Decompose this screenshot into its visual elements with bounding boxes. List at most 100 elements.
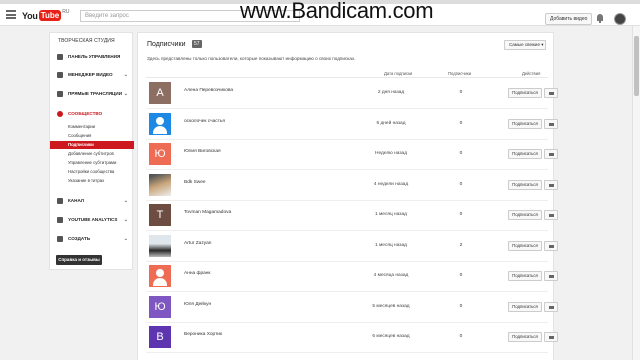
- analytics-icon: [57, 217, 63, 223]
- table-row: Bdk Swee 4 недели назад 0 Подписаться: [146, 171, 558, 201]
- subscriber-avatar[interactable]: А: [149, 82, 171, 104]
- subscription-date: 1 месяц назад: [375, 242, 407, 248]
- live-icon: [57, 91, 63, 97]
- subscribe-button[interactable]: Подписаться: [508, 88, 542, 98]
- table-row: Ю Юля Дейкун 5 месяцев назад 0 Подписаться: [146, 293, 558, 323]
- subscription-date: 1 месяц назад: [375, 212, 407, 217]
- sort-dropdown[interactable]: Самые свежие ▾: [504, 40, 546, 50]
- logo-tube-text: Tube: [38, 10, 62, 21]
- subscriber-name[interactable]: Bdk Swee: [184, 180, 206, 185]
- table-row: Ю Юлия Виговская Неделю назад 0 Подписаться: [146, 140, 558, 170]
- subscriber-name[interactable]: Юля Дейкун: [184, 302, 211, 307]
- message-icon[interactable]: [544, 240, 558, 251]
- subscriber-avatar[interactable]: [149, 234, 171, 257]
- sidebar-sub-credits[interactable]: Указание в титрах: [50, 177, 134, 185]
- message-icon[interactable]: [544, 118, 558, 129]
- upload-video-button[interactable]: Добавить видео: [545, 13, 593, 25]
- bandicam-watermark: www.Bandicam.com: [240, 0, 434, 23]
- youtube-logo[interactable]: You Tube RU: [22, 9, 69, 22]
- message-icon[interactable]: [544, 149, 558, 159]
- subscriber-name[interactable]: Алена Перевозчикова: [184, 88, 233, 93]
- message-icon[interactable]: [544, 210, 558, 220]
- subscriber-name[interactable]: Artur Zazyan: [184, 241, 211, 246]
- message-icon[interactable]: [544, 179, 558, 190]
- sidebar-item-label: КАНАЛ: [68, 198, 85, 203]
- sidebar-sub-add-subtitles[interactable]: Добавление субтитров: [50, 150, 134, 158]
- table-row: Artur Zazyan 1 месяц назад 2 Подписаться: [146, 232, 558, 262]
- sort-label: Самые свежие: [509, 42, 540, 47]
- message-icon[interactable]: [544, 271, 558, 281]
- subscriber-avatar[interactable]: [149, 173, 171, 196]
- sidebar-sub-comments[interactable]: Комментарии: [50, 123, 134, 131]
- subscriber-name[interactable]: Юлия Виговская: [184, 149, 221, 154]
- sidebar-sub-messages[interactable]: Сообщения: [50, 132, 134, 140]
- message-icon[interactable]: [544, 332, 558, 342]
- sidebar-item-analytics[interactable]: YOUTUBE ANALYTICS ⌄: [50, 215, 134, 225]
- page-scrollbar[interactable]: [632, 26, 640, 360]
- subscriber-name[interactable]: Tovman Magamadova: [184, 210, 231, 215]
- sidebar-item-dashboard[interactable]: ПАНЕЛЬ УПРАВЛЕНИЯ: [50, 52, 134, 62]
- column-header-subscribers: Подписчики: [448, 71, 472, 76]
- subscribe-button[interactable]: Подписаться: [508, 179, 542, 190]
- logo-region: RU: [62, 9, 70, 15]
- channel-icon: [57, 198, 63, 204]
- subscriber-count: 0: [459, 181, 463, 187]
- sidebar-item-label: СООБЩЕСТВО: [68, 111, 103, 116]
- page-title: Подписчики: [147, 41, 186, 48]
- logo-you-text: You: [22, 10, 38, 21]
- sidebar-item-label: ПАНЕЛЬ УПРАВЛЕНИЯ: [68, 54, 121, 59]
- sidebar-sub-community-settings[interactable]: Настройки сообщества: [50, 168, 134, 176]
- subscriber-avatar[interactable]: Ю: [149, 295, 171, 318]
- sidebar-sub-manage-subtitles[interactable]: Управление субтитрами: [50, 159, 134, 167]
- page-description: Здесь представлены только пользователи, …: [147, 56, 356, 61]
- subscriber-avatar[interactable]: [149, 265, 171, 287]
- scrollbar-thumb[interactable]: [634, 36, 639, 96]
- chevron-down-icon: ⌄: [123, 91, 128, 97]
- subscriber-count: 0: [459, 120, 463, 126]
- create-icon: [57, 236, 63, 242]
- subscribe-button[interactable]: Подписаться: [508, 149, 542, 159]
- subscriber-count: 0: [459, 212, 463, 217]
- message-icon[interactable]: [544, 301, 558, 312]
- sidebar-item-label: СОЗДАТЬ: [68, 236, 91, 241]
- chevron-down-icon: ⌄: [123, 72, 128, 78]
- chevron-down-icon: ⌄: [123, 198, 128, 204]
- sidebar-item-label: ПРЯМЫЕ ТРАНСЛЯЦИИ: [68, 91, 123, 96]
- sidebar-item-video-manager[interactable]: МЕНЕДЖЕР ВИДЕО ⌄: [50, 70, 134, 80]
- bell-icon[interactable]: [597, 14, 603, 23]
- account-avatar[interactable]: [614, 13, 626, 25]
- subscriber-count-badge: 57: [192, 40, 202, 48]
- sidebar-sub-subscribers[interactable]: Подписчики: [50, 141, 134, 149]
- dashboard-icon: [57, 54, 63, 60]
- menu-icon[interactable]: [6, 10, 16, 19]
- subscriber-avatar[interactable]: T: [149, 204, 171, 226]
- studio-sidebar: ТВОРЧЕСКАЯ СТУДИЯ ПАНЕЛЬ УПРАВЛЕНИЯ МЕНЕ…: [49, 32, 134, 270]
- subscribe-button[interactable]: Подписаться: [508, 118, 542, 129]
- subscription-date: 4 недели назад: [373, 181, 409, 187]
- subscription-date: 6 месяцев назад: [372, 334, 410, 339]
- subscriber-name[interactable]: Анна франк: [184, 271, 211, 276]
- subscribe-button[interactable]: Подписаться: [508, 240, 542, 251]
- subscriber-avatar[interactable]: В: [149, 326, 171, 348]
- subscribe-button[interactable]: Подписаться: [508, 332, 542, 342]
- subscriber-count: 2: [459, 242, 463, 248]
- chevron-down-icon: ⌄: [123, 236, 128, 242]
- sidebar-item-create[interactable]: СОЗДАТЬ ⌄: [50, 234, 134, 244]
- subscribe-button[interactable]: Подписаться: [508, 271, 542, 281]
- subscriber-name[interactable]: Вероника Хортик: [184, 332, 222, 337]
- subscriber-count: 0: [459, 273, 463, 278]
- sidebar-item-community[interactable]: СООБЩЕСТВО: [50, 109, 134, 119]
- help-feedback-button[interactable]: Справка и отзывы: [56, 255, 102, 265]
- message-icon[interactable]: [544, 88, 558, 98]
- subscribe-button[interactable]: Подписаться: [508, 210, 542, 220]
- subscribe-button[interactable]: Подписаться: [508, 301, 542, 312]
- subscriber-avatar[interactable]: [149, 112, 171, 135]
- table-row: В Вероника Хортик 6 месяцев назад 0 Подписат…: [146, 323, 558, 353]
- subscription-date: 2 дня назад: [377, 90, 405, 95]
- table-row: T Tovman Magamadova 1 месяц назад 0 Подписат…: [146, 201, 558, 231]
- subscriber-avatar[interactable]: Ю: [149, 143, 171, 165]
- sidebar-item-channel[interactable]: КАНАЛ ⌄: [50, 196, 134, 206]
- subscriber-name[interactable]: осколочек счастья: [184, 119, 225, 124]
- sidebar-item-live[interactable]: ПРЯМЫЕ ТРАНСЛЯЦИИ ⌄: [50, 89, 134, 99]
- video-manager-icon: [57, 72, 63, 78]
